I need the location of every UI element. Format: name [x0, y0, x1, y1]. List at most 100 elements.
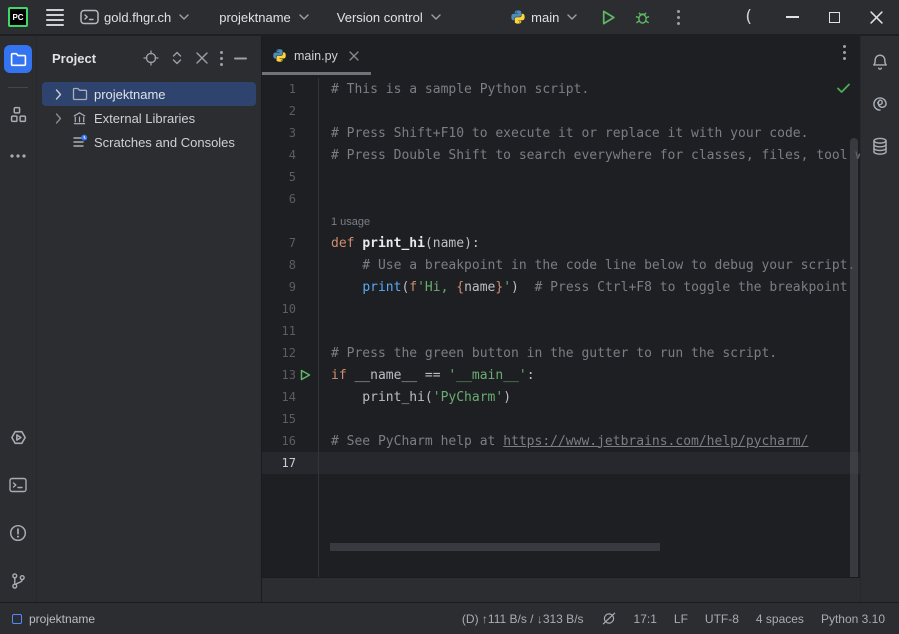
folder-icon — [72, 86, 94, 102]
code-line[interactable]: 15 — [262, 408, 860, 430]
project-panel-title: Project — [52, 51, 96, 66]
code-line[interactable]: 17 — [262, 452, 860, 474]
bell-icon — [871, 53, 889, 72]
more-actions-button[interactable] — [663, 2, 693, 32]
usages-inlay-hint[interactable]: 1 usage — [331, 216, 370, 228]
python-icon — [510, 9, 526, 25]
structure-icon — [10, 106, 27, 123]
highlighting-level-button[interactable] — [601, 611, 617, 626]
horizontal-scrollbar[interactable] — [330, 543, 660, 551]
encoding-widget[interactable]: UTF-8 — [705, 612, 739, 626]
inlay-hint-row[interactable]: 1 usage — [262, 210, 860, 232]
locate-file-button[interactable] — [143, 50, 159, 66]
services-tool-button[interactable] — [4, 423, 32, 451]
tree-item-external-libraries[interactable]: External Libraries — [42, 106, 256, 130]
line-number: 6 — [262, 192, 296, 206]
vcs-menu-label: Version control — [337, 10, 423, 25]
code-line[interactable]: 1# This is a sample Python script. — [262, 78, 860, 100]
code-text: # See PyCharm help at https://www.jetbra… — [330, 434, 808, 449]
chevron-down-icon — [299, 14, 309, 20]
code-line[interactable]: 8 # Use a breakpoint in the code line be… — [262, 254, 860, 276]
line-number: 1 — [262, 82, 296, 96]
code-editor[interactable]: 1# This is a sample Python script.23# Pr… — [262, 78, 860, 577]
line-number: 5 — [262, 170, 296, 184]
code-line[interactable]: 3# Press Shift+F10 to execute it or repl… — [262, 122, 860, 144]
line-separator-widget[interactable]: LF — [674, 612, 688, 626]
code-line[interactable]: 13if __name__ == '__main__': — [262, 364, 860, 386]
run-button[interactable] — [593, 2, 623, 32]
tab-main-py[interactable]: main.py — [262, 36, 371, 75]
git-tool-button[interactable] — [4, 567, 32, 595]
tab-label: main.py — [294, 49, 338, 63]
ai-assistant-button[interactable] — [866, 90, 894, 118]
interpreter-widget[interactable]: Python 3.10 — [821, 612, 885, 626]
code-line[interactable]: 2 — [262, 100, 860, 122]
editor-bottom-band — [262, 577, 860, 602]
problems-tool-button[interactable] — [4, 519, 32, 547]
status-project-widget[interactable]: projektname — [0, 612, 95, 626]
code-line[interactable]: 10 — [262, 298, 860, 320]
editor-options-button[interactable] — [843, 45, 846, 60]
target-icon — [143, 50, 159, 66]
line-number: 17 — [262, 456, 296, 470]
code-text: print(f'Hi, {name}') # Press Ctrl+F8 to … — [330, 280, 848, 295]
network-speed-widget[interactable]: (D) ↑111 B/s / ↓313 B/s — [462, 612, 584, 626]
vertical-scrollbar[interactable] — [850, 138, 858, 577]
problems-icon — [9, 524, 27, 542]
code-line[interactable]: 4# Press Double Shift to search everywhe… — [262, 144, 860, 166]
notifications-button[interactable] — [866, 48, 894, 76]
expand-all-button[interactable] — [170, 50, 184, 66]
code-line[interactable]: 16# See PyCharm help at https://www.jetb… — [262, 430, 860, 452]
spiral-icon — [871, 95, 889, 113]
more-tool-windows-button[interactable] — [4, 142, 32, 170]
panel-options-button[interactable] — [220, 51, 223, 66]
database-button[interactable] — [866, 132, 894, 160]
code-line[interactable]: 12 # Press the green button in the gutter… — [262, 342, 860, 364]
indent-widget[interactable]: 4 spaces — [756, 612, 804, 626]
chevron-down-icon — [431, 14, 441, 20]
run-line-button[interactable] — [296, 369, 330, 381]
tree-item-projektname[interactable]: projektname — [42, 82, 256, 106]
inspections-ok-icon[interactable] — [837, 83, 850, 94]
structure-tool-button[interactable] — [4, 100, 32, 128]
hide-panel-button[interactable] — [234, 57, 247, 60]
code-line[interactable]: 11 — [262, 320, 860, 342]
line-number: 12 — [262, 346, 296, 360]
maximize-button[interactable] — [819, 2, 849, 32]
main-menu-button[interactable] — [46, 9, 64, 26]
remote-target-button[interactable]: gold.fhgr.ch — [80, 9, 189, 25]
code-line[interactable]: 7def print_hi(name): — [262, 232, 860, 254]
code-line[interactable]: 9 print(f'Hi, {name}') # Press Ctrl+F8 t… — [262, 276, 860, 298]
title-bar: PC gold.fhgr.ch projektname Version cont… — [0, 0, 899, 35]
tab-close-button[interactable] — [349, 51, 359, 61]
debug-button[interactable] — [627, 2, 657, 32]
project-panel: Project — [37, 36, 262, 602]
code-line[interactable]: 14 print_hi('PyCharm') — [262, 386, 860, 408]
left-tool-stripe — [0, 36, 37, 602]
python-icon — [272, 48, 287, 63]
terminal-chip-icon — [80, 9, 99, 25]
code-text: def print_hi(name): — [330, 236, 480, 251]
editor-tab-bar: main.py — [262, 36, 860, 78]
chevron-right-icon[interactable] — [55, 113, 72, 124]
kebab-menu-icon — [220, 51, 223, 66]
tree-item-label: External Libraries — [94, 111, 195, 126]
code-line[interactable]: 6 — [262, 188, 860, 210]
run-config-selector[interactable]: main — [510, 9, 577, 25]
project-menu-button[interactable]: projektname — [219, 10, 309, 25]
minimize-button[interactable] — [777, 2, 807, 32]
collapse-all-button[interactable] — [195, 51, 209, 65]
kebab-menu-icon — [843, 45, 846, 60]
close-button[interactable] — [861, 2, 891, 32]
code-text: if __name__ == '__main__': — [330, 368, 535, 383]
scratches-icon — [72, 134, 94, 150]
code-line[interactable]: 5 — [262, 166, 860, 188]
tree-item-scratches[interactable]: Scratches and Consoles — [42, 130, 256, 154]
caret-position-widget[interactable]: 17:1 — [634, 612, 657, 626]
vcs-menu-button[interactable]: Version control — [337, 10, 441, 25]
terminal-tool-button[interactable] — [4, 471, 32, 499]
chevron-right-icon[interactable] — [55, 89, 72, 100]
project-tool-button[interactable] — [4, 45, 32, 73]
code-text: # Press the green button in the gutter t… — [330, 346, 777, 361]
folder-icon — [10, 51, 27, 68]
